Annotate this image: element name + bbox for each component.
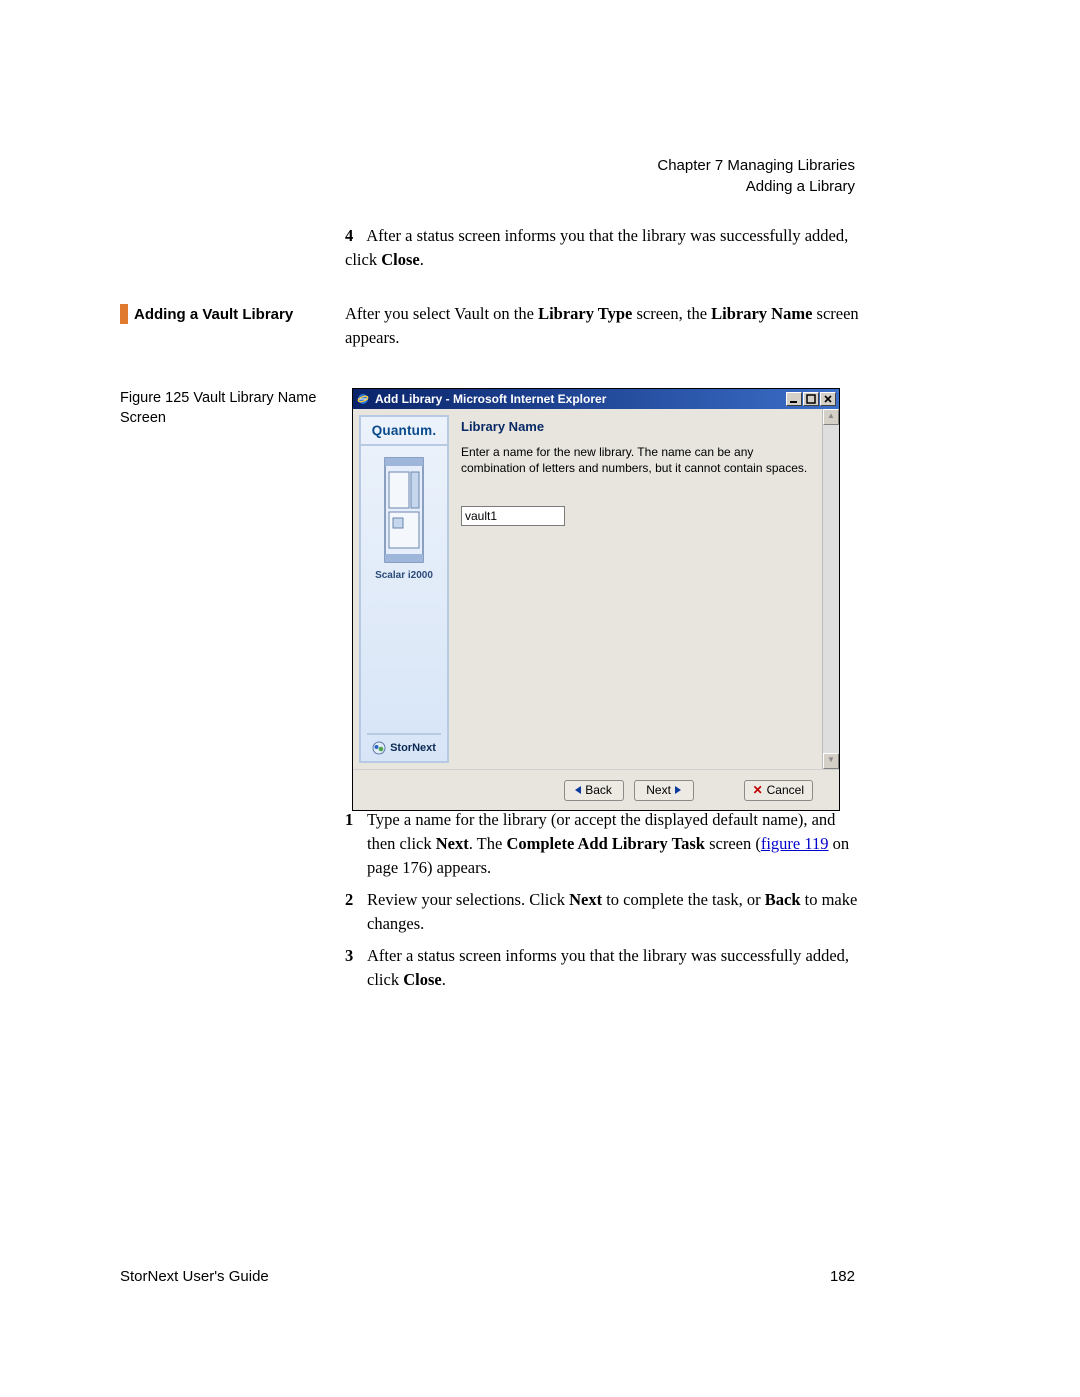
window-body: Quantum. Scalar i2000 StorNext [353, 409, 839, 769]
step-number: 1 [345, 808, 367, 880]
footer-page-number: 182 [830, 1268, 855, 1285]
step-text: After a status screen informs you that t… [367, 944, 865, 992]
step-1: 1 Type a name for the library (or accept… [345, 808, 865, 880]
device-illustration [379, 456, 429, 564]
maximize-button[interactable] [803, 392, 819, 406]
stornext-text: StorNext [390, 742, 436, 754]
window-sidebar: Quantum. Scalar i2000 StorNext [359, 415, 449, 763]
footer-guide-title: StorNext User's Guide [120, 1268, 269, 1285]
x-icon: ✕ [753, 783, 763, 797]
section-line: Adding a Library [657, 176, 855, 197]
back-label: Back [585, 783, 612, 797]
device-label: Scalar i2000 [361, 570, 447, 581]
content-pane: Library Name Enter a name for the new li… [453, 409, 839, 769]
triangle-right-icon [675, 786, 681, 794]
step-3: 3 After a status screen informs you that… [345, 944, 865, 992]
figure-link[interactable]: figure 119 [761, 834, 829, 853]
heading-accent-bar [120, 304, 128, 324]
dialog-button-bar: Back Next ✕ Cancel [353, 769, 839, 810]
cancel-label: Cancel [767, 783, 804, 797]
scroll-up-button[interactable]: ▲ [823, 409, 839, 425]
step-4: 4 After a status screen informs you that… [345, 224, 863, 272]
next-label: Next [646, 783, 671, 797]
content-description: Enter a name for the new library. The na… [461, 444, 815, 476]
library-name-input[interactable] [461, 506, 565, 526]
ie-icon [356, 392, 370, 406]
triangle-left-icon [575, 786, 581, 794]
step-number: 3 [345, 944, 367, 992]
scroll-down-button[interactable]: ▼ [823, 753, 839, 769]
page: Chapter 7 Managing Libraries Adding a Li… [0, 0, 1080, 1397]
minimize-button[interactable] [786, 392, 802, 406]
window-title: Add Library - Microsoft Internet Explore… [375, 392, 786, 406]
back-button[interactable]: Back [564, 780, 624, 801]
step-text: Review your selections. Click Next to co… [367, 888, 865, 936]
close-button[interactable] [820, 392, 836, 406]
window-titlebar: Add Library - Microsoft Internet Explore… [353, 389, 839, 409]
steps-list: 1 Type a name for the library (or accept… [345, 808, 865, 999]
window-controls [786, 392, 836, 406]
step-text: After a status screen informs you that t… [345, 226, 848, 269]
section-heading-text: Adding a Vault Library [134, 306, 293, 323]
add-library-window: Add Library - Microsoft Internet Explore… [352, 388, 840, 811]
next-button[interactable]: Next [634, 780, 694, 801]
stornext-logo: StorNext [367, 733, 441, 755]
step-2: 2 Review your selections. Click Next to … [345, 888, 865, 936]
step-number: 2 [345, 888, 367, 936]
cancel-button[interactable]: ✕ Cancel [744, 780, 813, 801]
scrollbar[interactable]: ▲ ▼ [822, 409, 839, 769]
chapter-line: Chapter 7 Managing Libraries [657, 155, 855, 176]
figure-caption: Figure 125 Vault Library Name Screen [120, 388, 320, 429]
step-number: 4 [345, 224, 363, 248]
content-title: Library Name [461, 419, 815, 434]
stornext-icon [372, 741, 386, 755]
intro-paragraph: After you select Vault on the Library Ty… [345, 302, 863, 350]
quantum-logo: Quantum. [361, 423, 447, 446]
step-text: Type a name for the library (or accept t… [367, 808, 865, 880]
section-heading: Adding a Vault Library [120, 304, 293, 324]
page-header: Chapter 7 Managing Libraries Adding a Li… [657, 155, 855, 197]
